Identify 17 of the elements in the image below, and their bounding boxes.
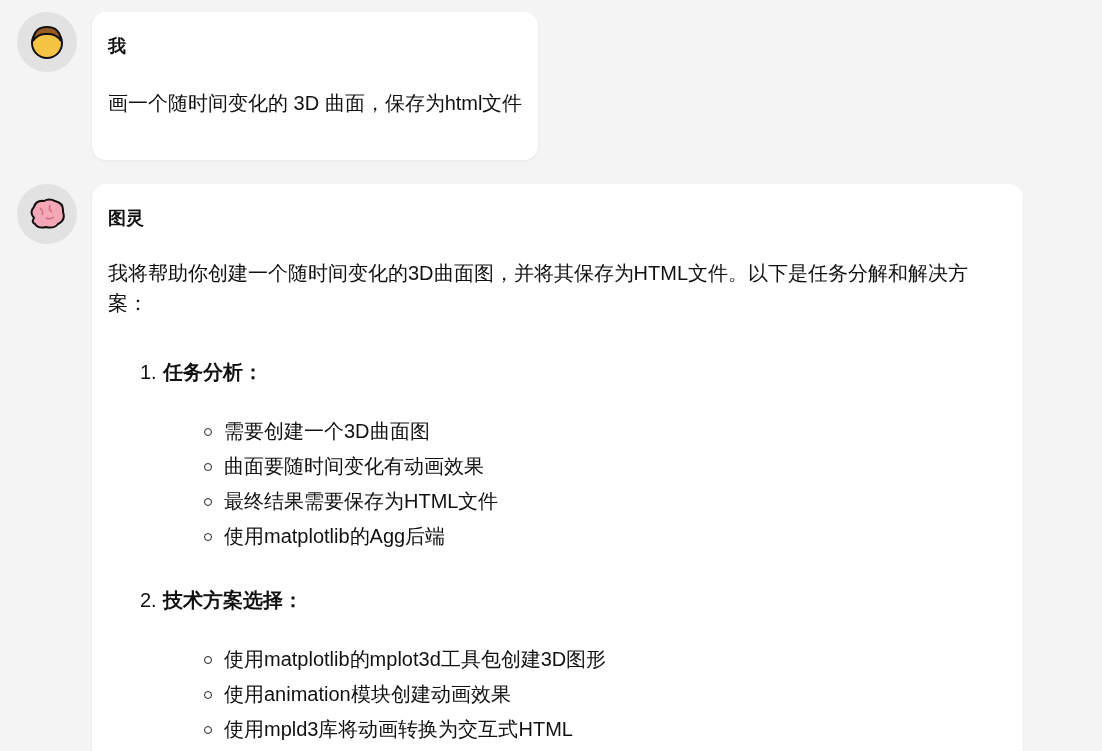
author-name: 图灵 xyxy=(108,207,145,230)
list-item: 使用mpld3库将动画转换为交互式HTML xyxy=(224,717,573,742)
list-item: 使用matplotlib的Agg后端 xyxy=(224,524,446,549)
list-item: 使用matplotlib的mplot3d工具包创建3D图形 xyxy=(224,647,607,672)
brain-icon xyxy=(28,198,66,230)
message-text: 我将帮助你创建一个随时间变化的3D曲面图，并将其保存为HTML文件。以下是任务分解和解决方案： xyxy=(108,261,969,316)
list-item: 使用animation模块创建动画效果 xyxy=(224,682,511,707)
list-item: 最终结果需要保存为HTML文件 xyxy=(224,489,499,514)
person-icon xyxy=(30,24,64,60)
section-heading: 任务分析： xyxy=(162,360,263,385)
list-item: 曲面要随时间变化有动画效果 xyxy=(224,454,484,479)
message-text: 画一个随时间变化的 3D 曲面，保存为html文件 xyxy=(108,91,523,116)
list-item: 需要创建一个3D曲面图 xyxy=(224,419,430,444)
author-name: 我 xyxy=(108,35,127,58)
list-number: 2. xyxy=(140,588,157,613)
list-number: 1. xyxy=(140,360,157,385)
section-heading: 技术方案选择： xyxy=(162,588,303,613)
